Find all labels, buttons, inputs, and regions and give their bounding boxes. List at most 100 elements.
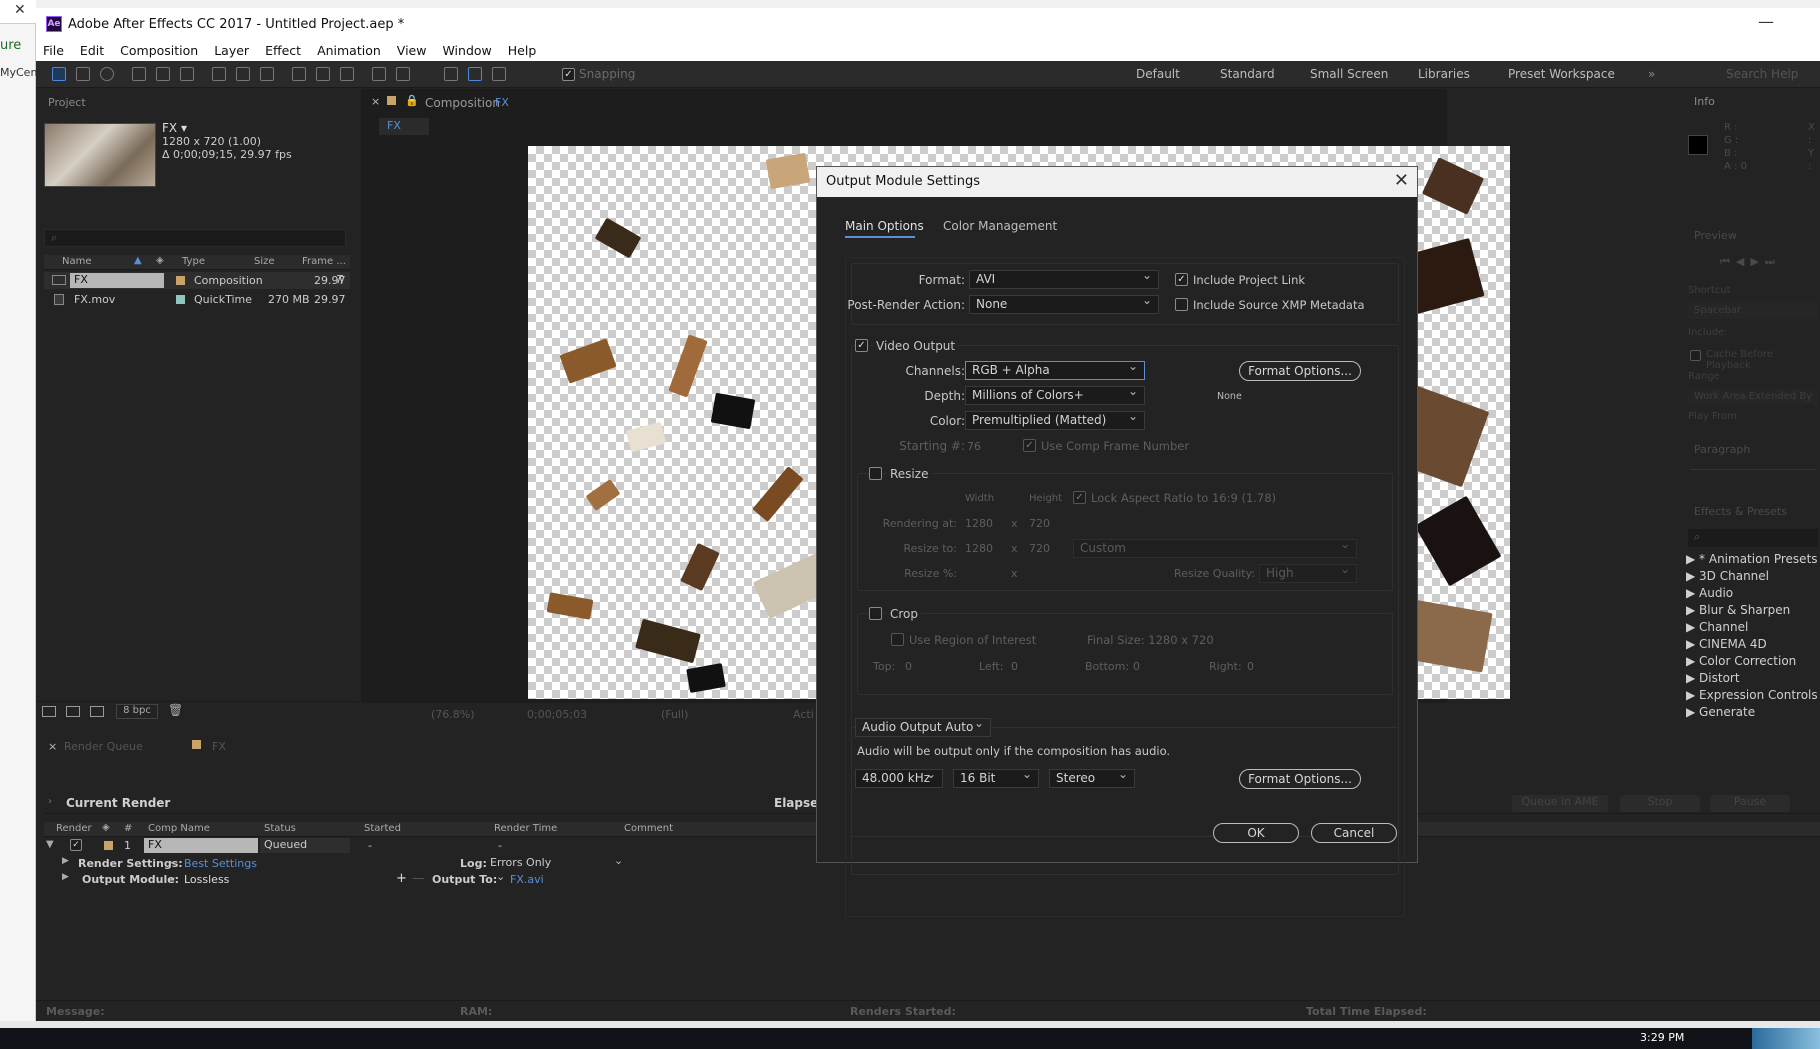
crop-top-value[interactable]: 0 (905, 660, 912, 673)
depth-select[interactable]: Millions of Colors+ (965, 384, 1145, 405)
item-name[interactable]: FX ▾ (162, 121, 187, 135)
camera-tool-icon[interactable] (156, 67, 170, 81)
comp-tab[interactable]: FX (212, 740, 226, 753)
rotate-tool-icon[interactable] (132, 67, 146, 81)
search-help-placeholder[interactable]: Search Help (1726, 67, 1798, 81)
eraser-tool-icon[interactable] (340, 67, 354, 81)
roto-brush-tool-icon[interactable] (372, 67, 386, 81)
active-camera[interactable]: Acti (793, 708, 814, 721)
expand-icon[interactable]: ▼ (46, 839, 54, 850)
column-frame[interactable]: Frame ... (302, 256, 346, 267)
rectangle-tool-icon[interactable] (212, 67, 226, 81)
chevron-down-icon[interactable]: ⌄ (496, 870, 505, 883)
effect-category[interactable]: ▶ Audio (1686, 586, 1733, 600)
cache-checkbox[interactable] (1690, 350, 1701, 361)
comp-tab-name[interactable]: FX (495, 96, 509, 109)
workspace-standard[interactable]: Standard (1220, 67, 1275, 81)
snapping-checkbox[interactable]: ✓ (562, 68, 575, 81)
column-name[interactable]: Name (62, 256, 92, 267)
output-to-link[interactable]: FX.avi (510, 873, 544, 886)
queue-in-ame-button[interactable]: Queue in AME (1512, 795, 1608, 812)
video-output-checkbox[interactable]: ✓ (855, 339, 868, 352)
audio-channels-select[interactable]: Stereo (1049, 767, 1135, 788)
resize-checkbox[interactable] (869, 467, 882, 480)
view-axis-icon[interactable] (492, 67, 506, 81)
ok-button[interactable]: OK (1213, 823, 1299, 843)
puppet-pin-tool-icon[interactable] (396, 67, 410, 81)
pen-tool-icon[interactable] (236, 67, 250, 81)
post-render-select[interactable]: None (969, 293, 1159, 314)
effects-search-input[interactable]: ⌕ (1688, 529, 1818, 547)
effect-category[interactable]: ▶ * Animation Presets (1686, 552, 1818, 566)
close-icon[interactable]: ✕ (1394, 170, 1409, 191)
remove-output-icon[interactable]: — (412, 871, 425, 886)
menu-composition[interactable]: Composition (120, 43, 198, 58)
chevron-down-icon[interactable]: ⌄ (614, 854, 623, 867)
crop-right-value[interactable]: 0 (1247, 660, 1254, 673)
resolution-select[interactable]: (Full) (661, 708, 688, 721)
effect-category[interactable]: ▶ Color Correction (1686, 654, 1796, 668)
format-select[interactable]: AVI (969, 268, 1159, 289)
menu-window[interactable]: Window (442, 43, 491, 58)
interpret-footage-icon[interactable] (42, 706, 56, 717)
flowchart-icon[interactable]: ⊼ (336, 273, 344, 286)
hand-tool-icon[interactable] (76, 67, 90, 81)
effect-category[interactable]: ▶ Blur & Sharpen (1686, 603, 1790, 617)
log-select[interactable]: Errors Only (490, 856, 626, 871)
zoom-select[interactable]: (76.8%) (431, 708, 475, 721)
clone-stamp-tool-icon[interactable] (316, 67, 330, 81)
crop-bottom-value[interactable]: 0 (1133, 660, 1140, 673)
expand-icon[interactable]: ▶ (62, 856, 69, 866)
menu-layer[interactable]: Layer (214, 43, 249, 58)
use-comp-frame-checkbox[interactable]: ✓ (1023, 439, 1036, 452)
video-format-options-button[interactable]: Format Options... (1239, 361, 1361, 381)
effect-category[interactable]: ▶ Channel (1686, 620, 1748, 634)
channels-select[interactable]: RGB + Alpha (965, 359, 1145, 380)
trash-icon[interactable]: 🗑 (168, 703, 183, 717)
new-composition-icon[interactable] (90, 706, 104, 717)
zoom-tool-icon[interactable] (100, 67, 114, 81)
row-name[interactable]: FX.mov (74, 293, 115, 306)
taskbar-clock[interactable]: 3:29 PM (1640, 1031, 1684, 1044)
crop-left-value[interactable]: 0 (1011, 660, 1018, 673)
menu-effect[interactable]: Effect (265, 43, 301, 58)
resize-preset-select[interactable]: Custom (1073, 537, 1357, 558)
include-project-link-checkbox[interactable]: ✓ (1175, 273, 1188, 286)
use-roi-checkbox[interactable] (891, 633, 904, 646)
crop-checkbox[interactable] (869, 607, 882, 620)
project-row-fx[interactable]: FX Composition 29.97 ⊼ (44, 272, 350, 289)
column-render[interactable]: Render (56, 823, 92, 834)
effect-category[interactable]: ▶ Expression Controls (1686, 688, 1818, 702)
render-checkbox[interactable]: ✓ (70, 839, 82, 851)
world-axis-icon[interactable] (468, 67, 482, 81)
audio-output-select[interactable]: Audio Output Auto (855, 716, 991, 737)
resize-to-height[interactable]: 720 (1029, 542, 1050, 555)
column-number[interactable]: # (124, 823, 132, 834)
workspace-small-screen[interactable]: Small Screen (1310, 67, 1388, 81)
resize-to-width[interactable]: 1280 (965, 542, 993, 555)
sample-rate-select[interactable]: 48.000 kHz (855, 767, 943, 788)
menu-animation[interactable]: Animation (317, 43, 381, 58)
column-started[interactable]: Started (364, 823, 401, 834)
desktop-preview[interactable] (1752, 1028, 1820, 1049)
axis-mode-icon[interactable] (444, 67, 458, 81)
tab-color-management[interactable]: Color Management (943, 219, 1057, 233)
menu-file[interactable]: File (43, 43, 64, 58)
lock-icon[interactable]: 🔒 (405, 94, 419, 107)
column-render-time[interactable]: Render Time (494, 823, 557, 834)
column-comp-name[interactable]: Comp Name (148, 823, 210, 834)
chevron-down-icon[interactable]: ⌄ (168, 854, 177, 867)
stop-button[interactable]: Stop (1620, 795, 1700, 812)
selection-tool-icon[interactable] (52, 67, 66, 81)
paragraph-align-buttons[interactable] (1690, 469, 1816, 483)
column-status[interactable]: Status (264, 823, 296, 834)
color-select[interactable]: Premultiplied (Matted) (965, 409, 1145, 430)
timecode[interactable]: 0;00;05;03 (527, 708, 587, 721)
close-icon[interactable]: × (48, 740, 57, 753)
column-type[interactable]: Type (182, 256, 205, 267)
bit-depth-button[interactable]: 8 bpc (116, 704, 158, 719)
audio-format-options-button[interactable]: Format Options... (1239, 769, 1361, 789)
close-icon[interactable]: ✕ (14, 2, 26, 18)
effect-category[interactable]: ▶ Distort (1686, 671, 1740, 685)
menu-view[interactable]: View (397, 43, 427, 58)
